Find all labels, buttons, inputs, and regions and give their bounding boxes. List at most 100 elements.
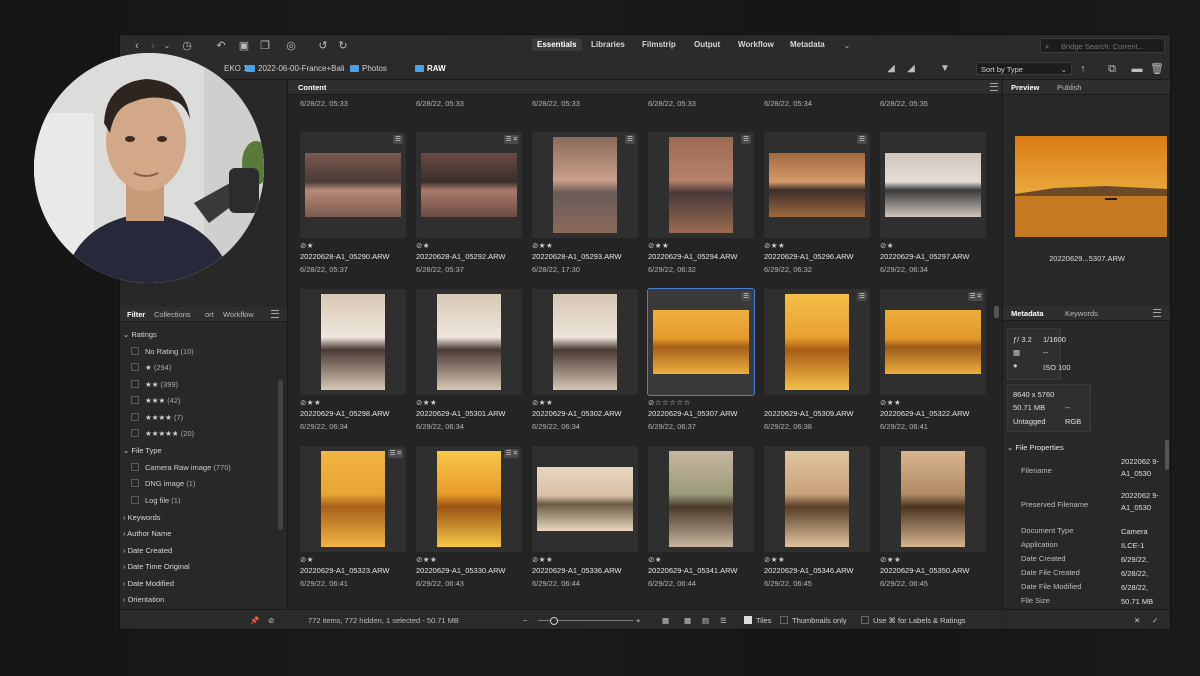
filter-rating-4[interactable]: ★★★★ (7) bbox=[131, 413, 183, 422]
recent-icon[interactable]: ◷ bbox=[180, 39, 194, 53]
section-author[interactable]: › Author Name bbox=[123, 529, 171, 538]
panel-menu-icon[interactable] bbox=[271, 310, 279, 318]
section-date-created[interactable]: › Date Created bbox=[123, 546, 172, 555]
thumbnail-image[interactable] bbox=[421, 153, 517, 217]
search-input[interactable]: ⌕ Bridge Search: Current... bbox=[1040, 38, 1165, 53]
rating-stars[interactable]: ⊘★ bbox=[416, 241, 430, 250]
thumbnail-image[interactable] bbox=[669, 451, 733, 547]
thumbnail-frame[interactable]: ☰ bbox=[300, 132, 406, 238]
thumbnail-image[interactable] bbox=[321, 294, 385, 390]
thumbnail-frame[interactable] bbox=[532, 446, 638, 552]
tab-filter[interactable]: Filter bbox=[127, 310, 145, 319]
chevron-down-icon[interactable]: ⌄ bbox=[160, 39, 174, 53]
thumbnail-image[interactable] bbox=[785, 294, 849, 390]
rating-stars[interactable]: ⊘★★ bbox=[416, 555, 437, 564]
open-recent-icon[interactable]: ⧉ bbox=[1105, 62, 1119, 76]
panel-menu-icon[interactable] bbox=[1153, 309, 1161, 317]
thumbnail-image[interactable] bbox=[653, 310, 749, 374]
rating-stars[interactable]: ⊘★ bbox=[300, 555, 314, 564]
thumbnail-image[interactable] bbox=[901, 451, 965, 547]
filter-rating-5[interactable]: ★★★★★ (20) bbox=[131, 429, 194, 438]
thumbnail-image[interactable] bbox=[885, 153, 981, 217]
thumbnail-frame[interactable]: ☰ bbox=[764, 132, 870, 238]
sort-select[interactable]: Sort by Type ⌄ bbox=[976, 62, 1072, 75]
rotate-right-icon[interactable]: ↻ bbox=[336, 39, 350, 53]
rating-stars[interactable]: ⊘★★ bbox=[532, 398, 553, 407]
crumb-folder-raw[interactable]: RAW bbox=[415, 64, 446, 73]
filter-rating-1[interactable]: ★ (294) bbox=[131, 363, 171, 372]
rating-stars[interactable]: ⊘★ bbox=[300, 241, 314, 250]
preview-image[interactable] bbox=[1015, 136, 1167, 237]
tab-libraries[interactable]: Libraries bbox=[591, 40, 625, 49]
thumbnail-image[interactable] bbox=[305, 153, 401, 217]
rating-stars[interactable]: ⊘★★ bbox=[532, 555, 553, 564]
tab-preview[interactable]: Preview bbox=[1011, 83, 1039, 92]
rotate-left-icon[interactable]: ↺ bbox=[316, 39, 330, 53]
use-cmd-checkbox[interactable]: Use ⌘ for Labels & Ratings bbox=[861, 616, 966, 625]
rating-stars[interactable]: ⊘★ bbox=[880, 241, 894, 250]
new-folder-icon[interactable]: ▬ bbox=[1130, 62, 1144, 76]
content-scrollbar[interactable] bbox=[994, 306, 999, 318]
thumbnail-frame[interactable]: ☰ ⌗ bbox=[880, 289, 986, 395]
filter-rating-2[interactable]: ★★ (399) bbox=[131, 380, 178, 389]
filter-rating-none[interactable]: No Rating (10) bbox=[131, 347, 194, 356]
thumbnail-frame[interactable]: ☰ ⌗ bbox=[416, 446, 522, 552]
thumbnails-only-checkbox[interactable]: Thumbnails only bbox=[780, 616, 847, 625]
thumbnail-frame[interactable] bbox=[416, 289, 522, 395]
section-ratings[interactable]: ⌄ Ratings bbox=[123, 330, 157, 339]
rating-filter-icon[interactable]: ◢ bbox=[904, 62, 918, 76]
tab-workflow[interactable]: Workflow bbox=[738, 40, 774, 49]
thumbnail-image[interactable] bbox=[553, 137, 617, 233]
open-camera-raw-icon[interactable]: ◎ bbox=[284, 39, 298, 53]
tab-output[interactable]: Output bbox=[694, 40, 720, 49]
filter-filetype-log[interactable]: Log file (1) bbox=[131, 496, 180, 505]
rating-stars[interactable]: ⊘★★ bbox=[648, 241, 669, 250]
crumb-folder-photos[interactable]: Photos bbox=[350, 64, 387, 73]
thumbnail-image[interactable] bbox=[785, 451, 849, 547]
tab-metadata[interactable]: Metadata bbox=[790, 40, 825, 49]
thumbnail-frame[interactable] bbox=[880, 446, 986, 552]
section-file-properties[interactable]: ⌄ File Properties bbox=[1007, 443, 1064, 452]
section-date-modified[interactable]: › Date Modified bbox=[123, 579, 174, 588]
filter-filetype-raw[interactable]: Camera Raw image (770) bbox=[131, 463, 231, 472]
thumbnail-frame[interactable]: ☰ bbox=[647, 288, 755, 396]
section-keywords[interactable]: › Keywords bbox=[123, 513, 161, 522]
section-orientation[interactable]: › Orientation bbox=[123, 595, 164, 604]
camera-import-icon[interactable]: ▣ bbox=[237, 39, 251, 53]
rating-stars[interactable]: ⊘★★ bbox=[764, 241, 785, 250]
tiles-checkbox[interactable]: Tiles bbox=[744, 616, 772, 625]
view-thumbnails-icon[interactable]: ▦ bbox=[684, 616, 691, 625]
rating-stars[interactable]: ⊘★★ bbox=[416, 398, 437, 407]
tab-keywords[interactable]: Keywords bbox=[1065, 309, 1098, 318]
thumbnail-frame[interactable]: ☰ ⌗ bbox=[416, 132, 522, 238]
tab-publish[interactable]: Publish bbox=[1057, 83, 1082, 92]
thumbnail-image[interactable] bbox=[321, 451, 385, 547]
filter-filetype-dng[interactable]: DNG image (1) bbox=[131, 479, 195, 488]
rating-stars[interactable]: ⊘★★ bbox=[300, 398, 321, 407]
crumb-folder-trip[interactable]: 2022-06-00-France+Bali bbox=[246, 64, 345, 73]
tab-filmstrip[interactable]: Filmstrip bbox=[642, 40, 676, 49]
workspace-more-icon[interactable]: ⌄ bbox=[840, 39, 854, 53]
thumbnail-image[interactable] bbox=[553, 294, 617, 390]
back-icon[interactable]: ‹ bbox=[130, 39, 144, 53]
thumbnail-frame[interactable]: ☰ bbox=[532, 132, 638, 238]
refine-icon[interactable]: ❐ bbox=[258, 39, 272, 53]
zoom-in-icon[interactable]: + bbox=[636, 616, 640, 625]
tab-export[interactable]: ort bbox=[205, 310, 214, 319]
rating-stars[interactable]: ⊘★★ bbox=[764, 555, 785, 564]
thumbnail-frame[interactable] bbox=[880, 132, 986, 238]
panel-menu-icon[interactable] bbox=[990, 83, 998, 91]
tab-workflow-panel[interactable]: Workflow bbox=[223, 310, 254, 319]
thumbnail-frame[interactable] bbox=[648, 446, 754, 552]
grid-lock-icon[interactable]: ▦ bbox=[662, 616, 669, 625]
thumbnail-image[interactable] bbox=[669, 137, 733, 233]
tab-metadata-panel[interactable]: Metadata bbox=[1011, 309, 1044, 318]
thumbnail-frame[interactable]: ☰ ⌗ bbox=[300, 446, 406, 552]
trash-icon[interactable]: 🗑 bbox=[1150, 62, 1164, 76]
section-date-time-original[interactable]: › Date Time Original bbox=[123, 562, 190, 571]
thumbnail-frame[interactable] bbox=[764, 446, 870, 552]
apply-icon[interactable]: ✓ bbox=[1152, 616, 1158, 625]
view-details-icon[interactable]: ▤ bbox=[702, 616, 709, 625]
zoom-out-icon[interactable]: − bbox=[523, 616, 527, 625]
thumbnail-image[interactable] bbox=[885, 310, 981, 374]
